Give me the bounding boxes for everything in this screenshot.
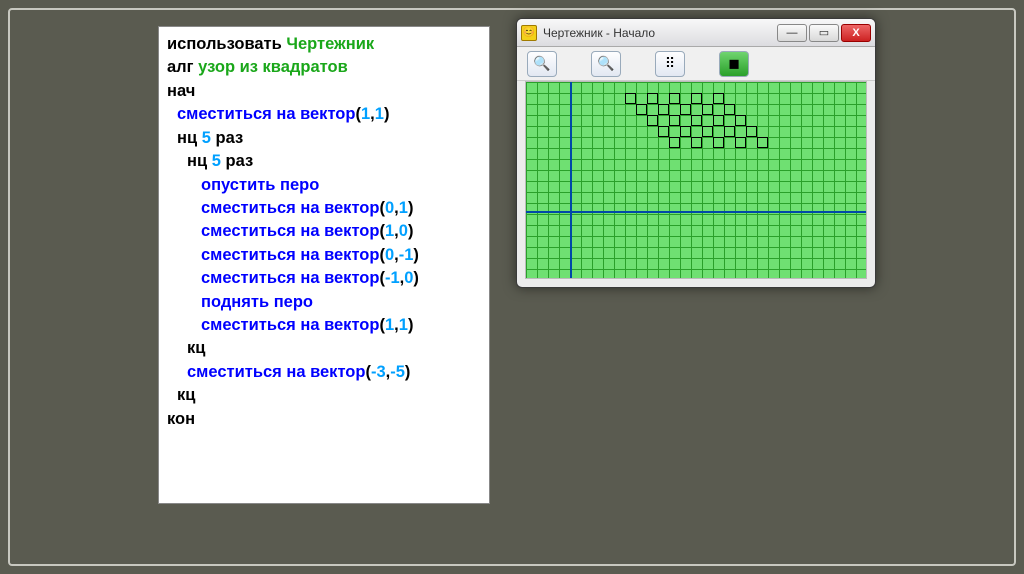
drawn-square [669, 115, 680, 126]
zoom-in-button[interactable]: 🔍 [527, 51, 557, 77]
drawn-square [680, 126, 691, 137]
drafter-window: 😊 Чертежник - Начало — ▭ X 🔍 🔍 ⠿ ◼ [516, 18, 876, 288]
close-button[interactable]: X [841, 24, 871, 42]
code-panel: использовать Чертежник алг узор из квадр… [158, 26, 490, 504]
drawn-square [724, 126, 735, 137]
app-icon: 😊 [521, 25, 537, 41]
reset-button[interactable]: ◼ [719, 51, 749, 77]
drawn-square [691, 93, 702, 104]
drawn-square [647, 93, 658, 104]
drawn-square [669, 93, 680, 104]
titlebar[interactable]: 😊 Чертежник - Начало — ▭ X [517, 19, 875, 47]
toolbar: 🔍 🔍 ⠿ ◼ [517, 47, 875, 81]
module-name: Чертежник [286, 35, 374, 53]
drawn-square [691, 115, 702, 126]
drawing-layer [526, 82, 866, 278]
drawn-square [647, 115, 658, 126]
kw-begin: нач [167, 82, 195, 100]
grid-button[interactable]: ⠿ [655, 51, 685, 77]
drawn-square [625, 93, 636, 104]
drawn-square [636, 104, 647, 115]
drawn-square [735, 137, 746, 148]
drawn-square [724, 104, 735, 115]
drawn-square [702, 104, 713, 115]
zoom-out-icon: 🔍 [597, 55, 614, 72]
cmd-move: сместиться на вектор [177, 105, 355, 123]
kw-end: кон [167, 410, 195, 428]
drawn-square [680, 104, 691, 115]
drawn-square [658, 126, 669, 137]
drawn-square [702, 126, 713, 137]
kw-alg: алг [167, 58, 194, 76]
cmd-pen-up: поднять перо [201, 293, 313, 311]
reset-icon: ◼ [728, 55, 740, 72]
grid-icon: ⠿ [665, 55, 675, 72]
drawn-square [713, 137, 724, 148]
zoom-out-button[interactable]: 🔍 [591, 51, 621, 77]
drawn-square [713, 93, 724, 104]
drawn-square [746, 126, 757, 137]
alg-name: узор из квадратов [198, 58, 348, 76]
drawn-square [658, 104, 669, 115]
drawn-square [691, 137, 702, 148]
drawn-square [735, 115, 746, 126]
window-title: Чертежник - Начало [543, 26, 655, 40]
drawn-square [713, 115, 724, 126]
drawn-square [757, 137, 768, 148]
kw-endloop: кц [187, 339, 205, 357]
canvas[interactable] [525, 81, 867, 279]
zoom-in-icon: 🔍 [533, 55, 550, 72]
cmd-pen-down: опустить перо [201, 176, 319, 194]
drawn-square [669, 137, 680, 148]
maximize-button[interactable]: ▭ [809, 24, 839, 42]
kw-use: использовать [167, 35, 282, 53]
minimize-button[interactable]: — [777, 24, 807, 42]
